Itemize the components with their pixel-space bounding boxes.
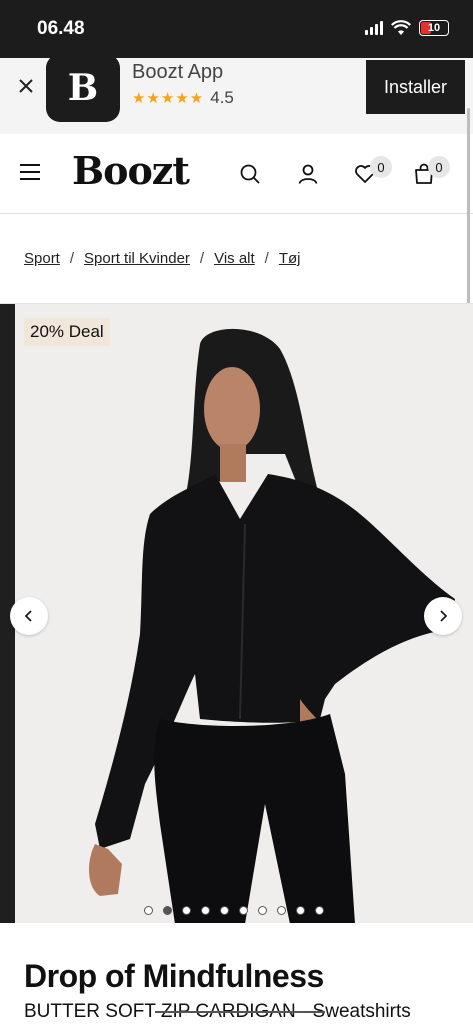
search-icon[interactable] [238, 162, 262, 186]
deal-badge: 20% Deal [24, 318, 110, 346]
banner-rating: ★★★★★ 4.5 [132, 88, 234, 108]
breadcrumb-link-view-all[interactable]: Vis alt [214, 250, 255, 267]
product-image-gallery[interactable]: 20% Deal [0, 303, 473, 923]
gallery-dot[interactable] [182, 906, 191, 915]
status-icons: 10 [365, 20, 449, 36]
page-scrollbar[interactable] [467, 108, 470, 318]
close-icon[interactable] [16, 76, 36, 96]
gallery-dot[interactable] [220, 906, 229, 915]
overlay-line [155, 1011, 325, 1013]
site-header: Boozt 0 0 [0, 134, 473, 214]
previous-image-button[interactable] [10, 597, 48, 635]
gallery-dot[interactable] [296, 906, 305, 915]
product-brand[interactable]: Drop of Mindfulness [24, 958, 324, 995]
rating-value: 4.5 [210, 88, 234, 107]
gallery-dot[interactable] [239, 906, 248, 915]
next-image-button[interactable] [424, 597, 462, 635]
battery-icon: 10 [419, 20, 449, 36]
wifi-icon [391, 20, 411, 35]
chevron-right-icon [440, 610, 448, 622]
gallery-dot[interactable] [144, 906, 153, 915]
menu-icon[interactable] [20, 164, 40, 180]
install-button[interactable]: Installer [366, 60, 465, 114]
breadcrumb-separator: / [69, 250, 75, 267]
status-time: 06.48 [37, 18, 85, 39]
breadcrumb-separator: / [264, 250, 269, 267]
cart-count-badge: 0 [428, 156, 450, 178]
product-photo [88, 328, 455, 923]
gallery-dot[interactable] [258, 906, 267, 915]
breadcrumb-link-sport-women[interactable]: Sport til Kvinder [84, 250, 190, 267]
account-icon[interactable] [296, 162, 320, 186]
gallery-pagination-dots [144, 906, 324, 915]
site-logo[interactable]: Boozt [72, 148, 190, 193]
breadcrumb-separator: / [199, 250, 205, 267]
breadcrumb-link-clothing[interactable]: Tøj [279, 250, 301, 267]
gallery-dot[interactable] [277, 906, 286, 915]
status-bar: 06.48 10 [0, 0, 473, 58]
wishlist-count-badge: 0 [370, 156, 392, 178]
gallery-dot[interactable] [315, 906, 324, 915]
star-rating-icon: ★★★★★ [132, 90, 205, 107]
chevron-left-icon [24, 610, 32, 622]
breadcrumb-link-sport[interactable]: Sport [24, 250, 60, 267]
banner-app-name: Boozt App [132, 61, 224, 83]
breadcrumb: Sport / Sport til Kvinder / Vis alt / Tø… [24, 250, 301, 267]
cellular-signal-icon [365, 21, 383, 35]
battery-level: 10 [427, 22, 441, 34]
gallery-dot[interactable] [201, 906, 210, 915]
app-logo: B [46, 54, 120, 122]
gallery-dot[interactable] [163, 906, 172, 915]
